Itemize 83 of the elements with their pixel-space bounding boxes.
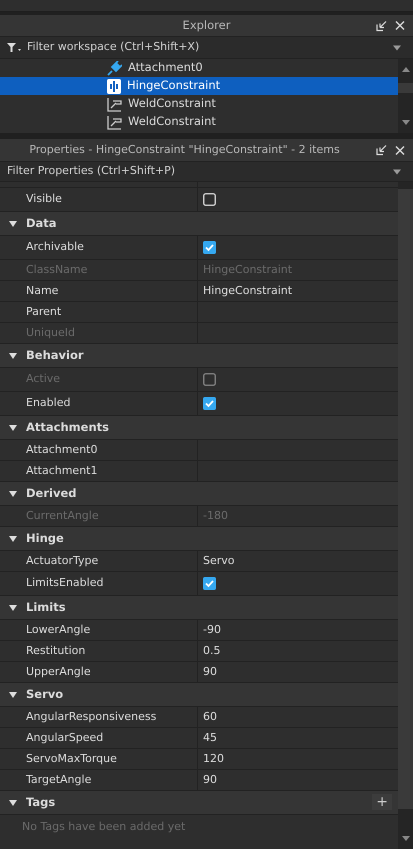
scroll-up-icon[interactable] xyxy=(402,67,410,72)
property-name: Restitution xyxy=(26,642,86,659)
tree-item[interactable]: WeldConstraint xyxy=(0,113,398,131)
checkbox[interactable] xyxy=(203,193,216,206)
property-name: Attachment1 xyxy=(26,462,98,479)
scroll-down-icon[interactable] xyxy=(402,836,410,841)
expand-arrow-icon[interactable] xyxy=(9,800,17,806)
property-value[interactable]: 45 xyxy=(203,730,217,746)
hinge-icon xyxy=(107,78,121,94)
category-label: Hinge xyxy=(26,530,64,547)
expand-arrow-icon[interactable] xyxy=(9,220,17,226)
property-name: ActuatorType xyxy=(26,552,98,569)
scroll-thumb[interactable] xyxy=(398,82,413,93)
close-icon[interactable] xyxy=(395,20,405,30)
property-value[interactable]: 60 xyxy=(203,708,217,726)
close-icon[interactable] xyxy=(395,145,405,155)
tree-item[interactable]: Attachment0 xyxy=(0,59,398,77)
category-header[interactable]: Derived xyxy=(0,482,398,506)
category-header[interactable]: Hinge xyxy=(0,527,398,551)
expand-arrow-icon[interactable] xyxy=(9,424,17,430)
property-name: Enabled xyxy=(26,395,70,412)
tree-item[interactable]: WeldConstraint xyxy=(0,95,398,113)
property-value[interactable]: 90 xyxy=(203,664,217,680)
category-label: Attachments xyxy=(26,418,109,436)
add-tag-button[interactable]: + xyxy=(372,794,392,810)
property-value[interactable]: 0.5 xyxy=(203,642,220,660)
undock-icon[interactable] xyxy=(376,20,387,31)
scroll-down-icon[interactable] xyxy=(402,120,410,125)
property-name: Visible xyxy=(26,191,62,208)
filter-field[interactable]: Filter Properties (Ctrl+Shift+P) xyxy=(0,163,413,180)
property-name: ServoMaxTorque xyxy=(26,750,117,767)
category-header[interactable]: Data xyxy=(0,212,398,236)
property-name: Active xyxy=(26,371,60,388)
weld-icon xyxy=(107,114,122,130)
property-name: LowerAngle xyxy=(26,622,90,638)
property-name: AngularResponsiveness xyxy=(26,708,156,725)
category-label: Tags xyxy=(26,794,56,811)
checkbox[interactable] xyxy=(203,241,216,254)
weld-icon xyxy=(107,96,122,112)
property-name: TargetAngle xyxy=(26,772,92,788)
property-name: Name xyxy=(26,282,58,299)
property-name: UpperAngle xyxy=(26,664,91,680)
category-label: Limits xyxy=(26,598,66,616)
property-value[interactable]: 90 xyxy=(203,772,217,788)
property-name: UniqueId xyxy=(26,324,76,341)
property-value[interactable]: 120 xyxy=(203,750,224,768)
property-name: AngularSpeed xyxy=(26,730,104,746)
expand-arrow-icon[interactable] xyxy=(9,692,17,698)
scrollbar[interactable] xyxy=(398,59,413,133)
dropdown-caret-icon[interactable] xyxy=(393,45,401,50)
empty-tags-note: No Tags have been added yet xyxy=(22,818,186,835)
expand-arrow-icon[interactable] xyxy=(9,536,17,542)
filter-field[interactable]: Filter workspace (Ctrl+Shift+X) xyxy=(27,39,413,56)
property-name: Parent xyxy=(26,304,62,320)
category-label: Behavior xyxy=(26,346,84,364)
category-header[interactable]: Tags + xyxy=(0,791,398,815)
property-value[interactable]: Servo xyxy=(203,552,235,570)
property-name: LimitsEnabled xyxy=(26,575,104,592)
filter-icon[interactable] xyxy=(7,43,21,52)
category-header[interactable]: Attachments xyxy=(0,416,398,440)
property-value[interactable]: -90 xyxy=(203,622,221,638)
panel-title: Properties - HingeConstraint "HingeConstraint" - 2 items xyxy=(29,142,340,158)
property-name: ClassName xyxy=(26,262,88,278)
property-value[interactable]: HingeConstraint xyxy=(203,282,292,300)
category-label: Data xyxy=(26,214,57,232)
undock-icon[interactable] xyxy=(376,144,387,156)
checkbox[interactable] xyxy=(203,577,216,590)
expand-arrow-icon[interactable] xyxy=(9,490,17,496)
category-header[interactable]: Servo xyxy=(0,683,398,707)
expand-arrow-icon[interactable] xyxy=(9,604,17,610)
category-label: Servo xyxy=(26,686,64,703)
category-header[interactable]: Limits xyxy=(0,596,398,620)
property-name: Archivable xyxy=(26,239,84,256)
checkbox[interactable] xyxy=(203,397,216,410)
property-name: CurrentAngle xyxy=(26,508,99,524)
dropdown-caret-icon[interactable] xyxy=(393,169,401,174)
property-name: Attachment0 xyxy=(26,442,98,458)
panel-title: Explorer xyxy=(182,16,230,34)
plug-icon xyxy=(107,60,122,76)
category-header[interactable]: Behavior xyxy=(0,344,398,368)
expand-arrow-icon[interactable] xyxy=(9,352,17,358)
tree-item[interactable]: HingeConstraint xyxy=(0,77,398,95)
category-label: Derived xyxy=(26,484,76,502)
